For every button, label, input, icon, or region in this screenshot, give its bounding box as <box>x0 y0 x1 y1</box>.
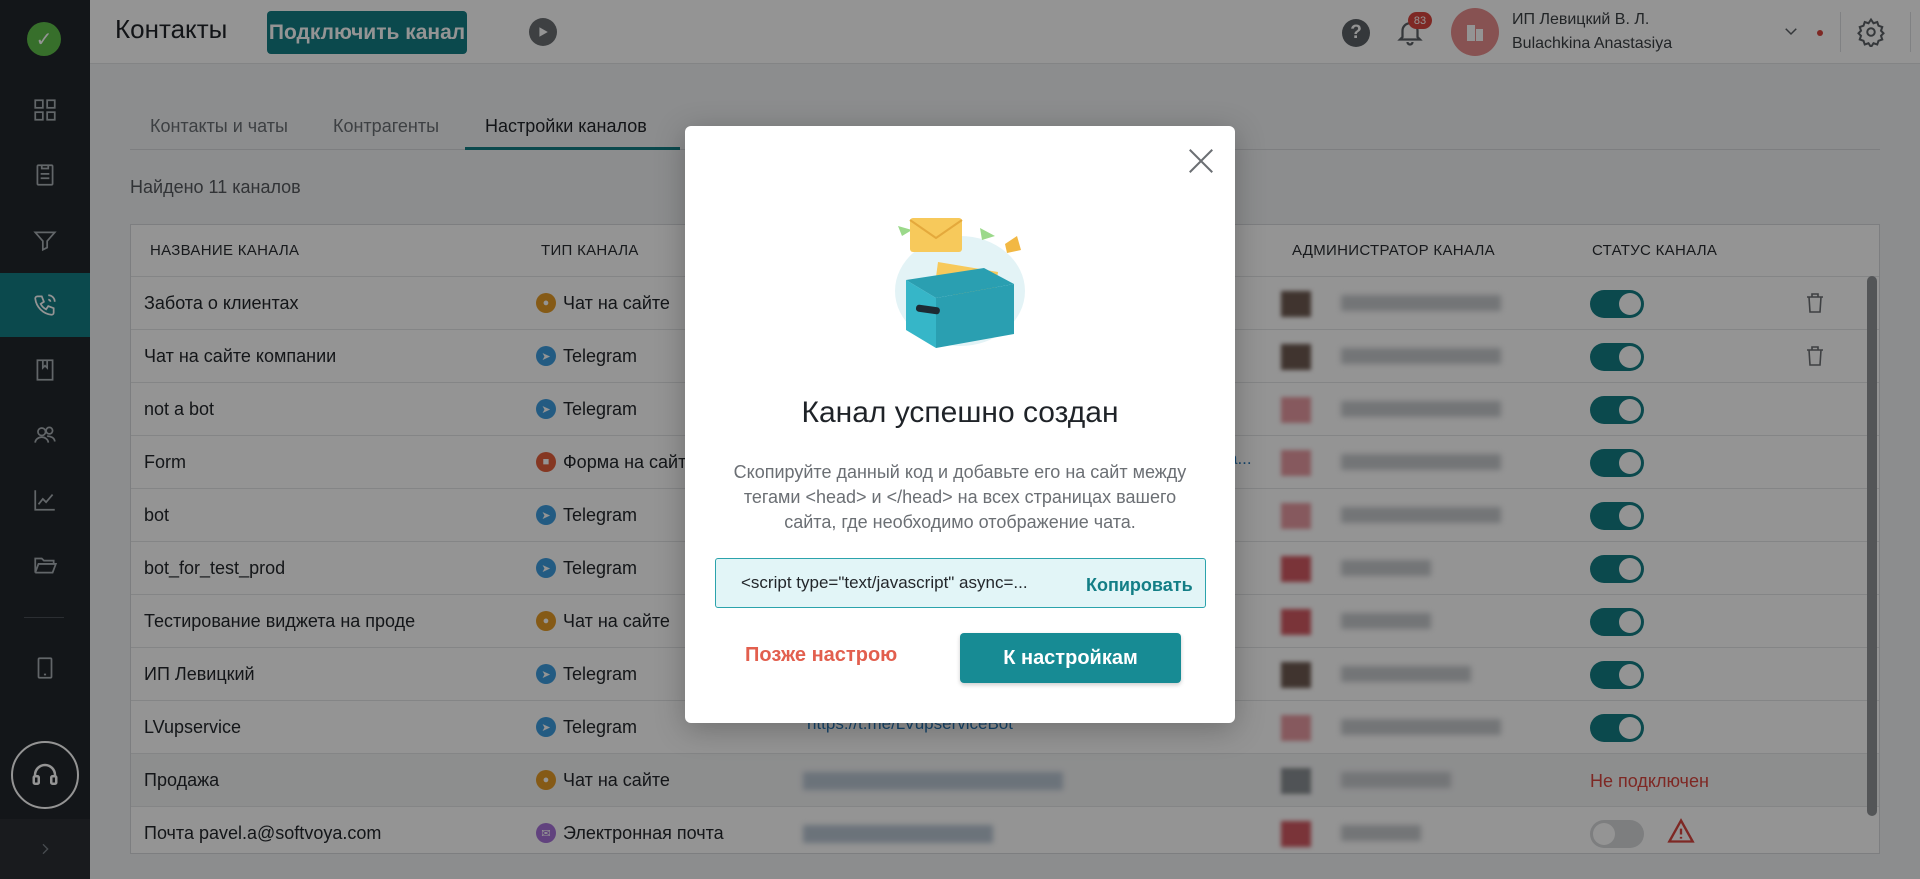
modal-description: Скопируйте данный код и добавьте его на … <box>733 462 1187 532</box>
to-settings-button[interactable]: К настройкам <box>960 633 1181 683</box>
close-icon[interactable] <box>1186 146 1216 176</box>
mailbox-illustration-icon <box>895 218 1025 348</box>
modal-title: Канал успешно создан <box>801 396 1119 429</box>
embed-code-field[interactable]: <script type="text/javascript" async=...… <box>715 558 1206 608</box>
later-button[interactable]: Позже настрою <box>745 644 897 667</box>
embed-code-text: <script type="text/javascript" async=... <box>741 573 1028 592</box>
channel-created-modal: Канал успешно создан Скопируйте данный к… <box>685 126 1235 723</box>
copy-button[interactable]: Копировать <box>1086 575 1193 596</box>
